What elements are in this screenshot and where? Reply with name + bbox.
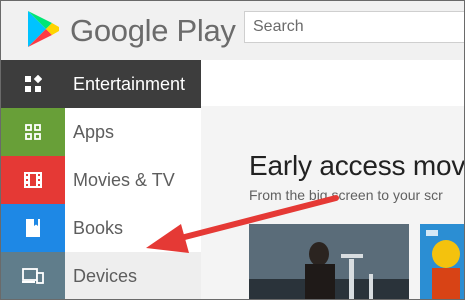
sidebar-item-label: Apps bbox=[73, 121, 115, 142]
sidebar-item-label: Books bbox=[73, 217, 124, 238]
movie-poster-image bbox=[249, 224, 409, 299]
movie-card[interactable] bbox=[420, 224, 464, 299]
main-content: Early access mov From the big screen to … bbox=[201, 60, 464, 299]
sidebar-item-devices[interactable]: Devices bbox=[1, 252, 201, 299]
brand-name[interactable]: Google Play bbox=[70, 13, 236, 49]
search-input[interactable] bbox=[244, 11, 464, 43]
header-bar: Google Play bbox=[1, 1, 464, 61]
devices-icon bbox=[1, 252, 65, 299]
book-icon bbox=[1, 204, 65, 252]
sidebar: Entertainment Apps Movies & TV Books Dev… bbox=[1, 60, 201, 299]
sidebar-item-label: Devices bbox=[73, 265, 138, 286]
film-icon bbox=[1, 156, 65, 204]
apps-grid-icon bbox=[1, 108, 65, 156]
sidebar-item-entertainment[interactable]: Entertainment bbox=[1, 60, 201, 108]
section-subtitle: From the big screen to your scr bbox=[249, 187, 443, 203]
section-title[interactable]: Early access mov bbox=[249, 150, 464, 182]
movie-poster-image bbox=[420, 224, 464, 299]
sidebar-item-label: Movies & TV bbox=[73, 169, 175, 190]
sidebar-item-movies-tv[interactable]: Movies & TV bbox=[1, 156, 201, 204]
play-store-window: Google Play Entertainment bbox=[0, 0, 465, 300]
sidebar-item-label: Entertainment bbox=[73, 73, 186, 94]
sidebar-item-apps[interactable]: Apps bbox=[1, 108, 201, 156]
movie-card[interactable] bbox=[249, 224, 409, 299]
google-play-logo-icon[interactable] bbox=[27, 10, 60, 48]
sidebar-item-books[interactable]: Books bbox=[1, 204, 201, 252]
main-top-strip bbox=[201, 60, 464, 106]
grid-icon bbox=[1, 60, 65, 108]
